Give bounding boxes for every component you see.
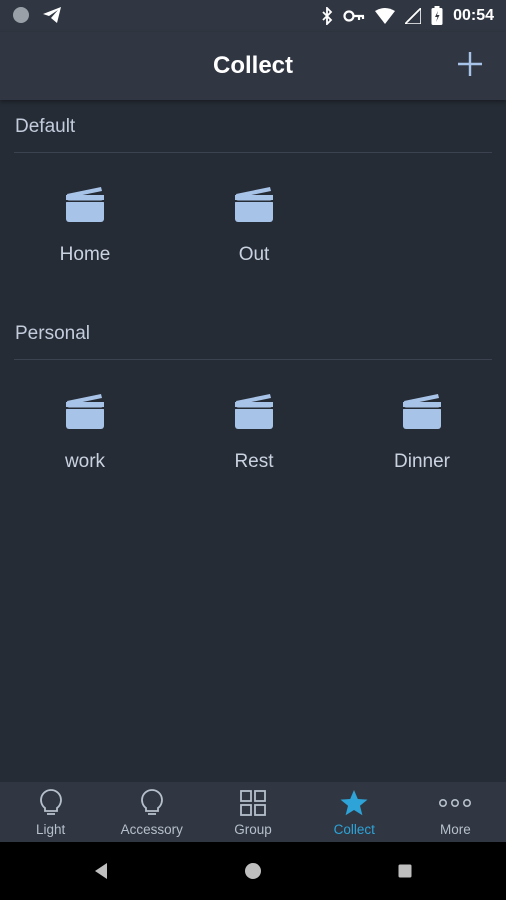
tab-label: More xyxy=(440,822,471,837)
scene-work[interactable]: work xyxy=(0,393,170,473)
section-divider xyxy=(14,152,492,153)
scene-label: Out xyxy=(238,244,270,265)
telegram-icon xyxy=(43,7,61,23)
tab-light[interactable]: Light xyxy=(0,782,101,842)
scene-label: Rest xyxy=(234,451,274,472)
scene-label: work xyxy=(64,451,106,472)
tab-label: Group xyxy=(234,822,272,837)
tab-label: Collect xyxy=(333,822,375,837)
status-right: 00:54 xyxy=(321,6,494,26)
bluetooth-icon xyxy=(322,7,333,25)
vpn-key-icon xyxy=(343,10,365,22)
plus-icon xyxy=(458,52,482,76)
clapperboard-icon xyxy=(66,187,104,222)
add-button[interactable] xyxy=(456,50,484,78)
status-left xyxy=(12,6,62,24)
tab-label: Light xyxy=(35,822,66,837)
section-divider xyxy=(14,359,492,360)
scene-dinner[interactable]: Dinner xyxy=(337,393,506,473)
clapperboard-icon xyxy=(66,394,104,429)
bottom-tab-bar: Light Accessory Group Collect More xyxy=(0,782,506,842)
tab-group[interactable]: Group xyxy=(202,782,303,842)
tab-collect[interactable]: Collect xyxy=(304,782,405,842)
status-bar: 00:54 xyxy=(0,0,506,32)
app-bar: Collect xyxy=(0,32,506,100)
signal-icon xyxy=(405,8,422,24)
more-dots-icon xyxy=(439,799,472,808)
bulb-icon xyxy=(39,789,62,815)
clapperboard-icon xyxy=(403,394,441,429)
scene-label: Dinner xyxy=(394,451,450,472)
scene-home[interactable]: Home xyxy=(0,186,170,266)
home-icon[interactable] xyxy=(244,862,262,880)
wifi-icon xyxy=(375,8,396,24)
battery-icon xyxy=(431,6,443,25)
status-time: 00:54 xyxy=(453,7,494,24)
bulb-icon xyxy=(140,789,163,815)
tab-more[interactable]: More xyxy=(405,782,506,842)
tab-label: Accessory xyxy=(120,822,183,837)
system-nav-bar xyxy=(0,842,506,900)
notification-dot-icon xyxy=(13,7,29,23)
back-icon[interactable] xyxy=(93,862,109,880)
scene-label: Home xyxy=(59,244,111,265)
star-icon xyxy=(340,790,368,816)
page-title: Collect xyxy=(212,52,293,79)
tab-accessory[interactable]: Accessory xyxy=(101,782,202,842)
clapperboard-icon xyxy=(235,187,273,222)
scene-out[interactable]: Out xyxy=(169,186,339,266)
section-title-default: Default xyxy=(15,116,76,137)
section-title-personal: Personal xyxy=(15,323,90,344)
scene-rest[interactable]: Rest xyxy=(169,393,339,473)
grid-icon xyxy=(240,790,266,816)
recent-apps-icon[interactable] xyxy=(398,864,412,878)
clapperboard-icon xyxy=(235,394,273,429)
